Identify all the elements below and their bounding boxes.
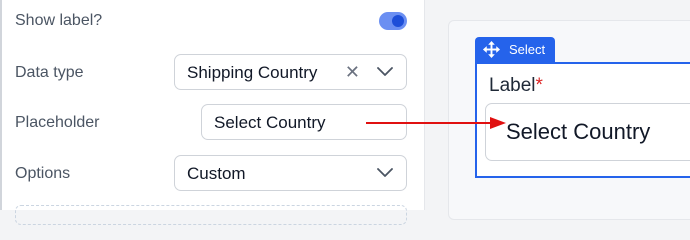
canvas-field-label: Label* (489, 75, 543, 97)
chevron-down-icon[interactable] (377, 168, 393, 178)
panel-edge (0, 0, 2, 210)
placeholder-value: Select Country (214, 113, 326, 132)
data-type-label: Data type (15, 64, 84, 81)
placeholder-input[interactable]: Select Country (201, 104, 407, 140)
options-label: Options (15, 165, 71, 182)
data-type-select[interactable]: Shipping Country ✕ (174, 54, 407, 90)
options-value: Custom (187, 164, 246, 183)
move-icon[interactable] (482, 40, 501, 59)
data-type-value: Shipping Country (187, 63, 318, 82)
canvas-placeholder-text: Select Country (506, 119, 651, 144)
required-mark: * (535, 75, 543, 96)
chevron-down-icon[interactable] (377, 67, 393, 77)
options-select[interactable]: Custom (174, 155, 407, 191)
canvas-select-input[interactable]: Select Country (485, 103, 690, 161)
toggle-knob (392, 15, 404, 27)
show-label-toggle[interactable] (379, 12, 407, 30)
placeholder-label: Placeholder (15, 114, 100, 131)
select-tag[interactable]: Select (475, 37, 555, 62)
show-label-label: Show label? (15, 12, 103, 29)
options-list-box (15, 205, 407, 225)
close-icon[interactable]: ✕ (345, 62, 360, 83)
select-tag-label: Select (509, 42, 546, 57)
field-label-text: Label (489, 75, 536, 96)
settings-panel: Show label? Data type Shipping Country ✕… (0, 0, 425, 225)
